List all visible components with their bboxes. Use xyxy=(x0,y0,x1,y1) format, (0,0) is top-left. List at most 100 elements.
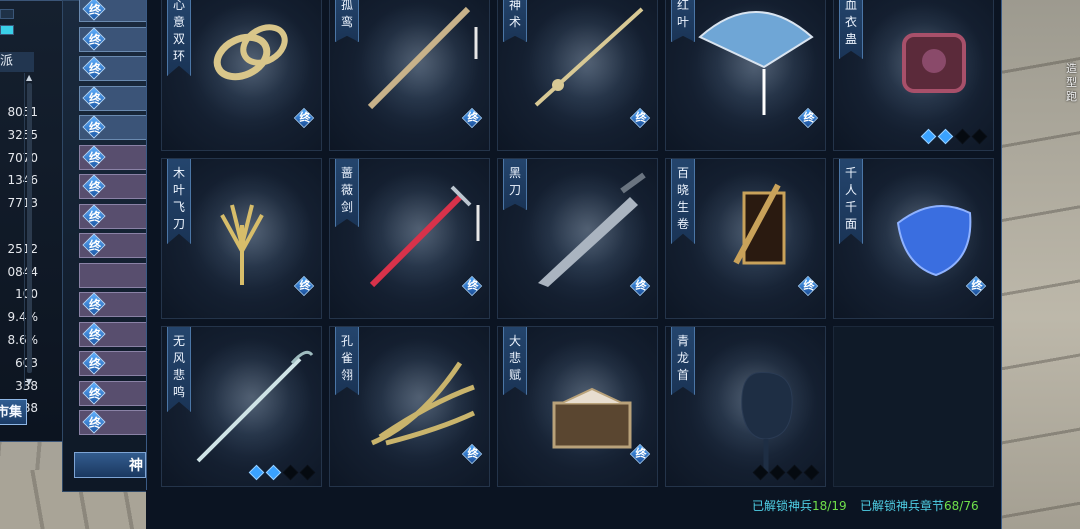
weapon-name-char: 人 xyxy=(844,183,857,197)
weapon-tab[interactable]: 终 xyxy=(79,174,149,199)
weapon-name-char: 千 xyxy=(844,200,857,214)
rating-diamond-icon xyxy=(937,128,954,145)
tab-label: 终 xyxy=(88,121,101,135)
character-stats-panel: 派 80513255707013467713251208441009.4%8.6… xyxy=(0,0,63,442)
weapon-name-char: 双 xyxy=(172,32,185,46)
final-stage-badge: 终 xyxy=(293,107,316,130)
tab-label: 终 xyxy=(88,91,101,106)
weapon-name-char: 翎 xyxy=(340,368,353,382)
weapon-name-char: 神 xyxy=(508,0,521,12)
weapon-card[interactable]: 青龙首 xyxy=(665,326,826,487)
final-stage-badge: 终 xyxy=(461,443,484,466)
weapon-name-char: 鸣 xyxy=(172,385,185,399)
market-button[interactable]: 市集 xyxy=(0,399,27,425)
tab-label: 终 xyxy=(88,150,101,165)
weapon-name-char: 术 xyxy=(508,15,521,29)
badge-label: 终 xyxy=(299,279,311,292)
weapon-name-ribbon: 孔雀翎 xyxy=(335,327,359,395)
weapon-name-char: 叶 xyxy=(172,183,185,197)
star-rating xyxy=(920,128,988,145)
weapon-name-char: 生 xyxy=(676,200,689,214)
weapon-name-ribbon: 青龙首 xyxy=(671,327,695,395)
weapon-tab[interactable]: 终 xyxy=(79,85,149,111)
weapon-name-char: 蛊 xyxy=(844,32,857,46)
badge-label: 终 xyxy=(803,111,815,124)
unlocked-chapters-counter: 已解锁神兵章节68/76 xyxy=(860,497,979,514)
weapon-name-ribbon: 百晓生卷 xyxy=(671,159,695,244)
weapon-name-char: 环 xyxy=(172,49,185,63)
scroll-down-icon[interactable]: ▼ xyxy=(26,377,32,386)
tab-label: 终 xyxy=(88,357,101,371)
rating-diamond-icon xyxy=(248,464,265,481)
sect-label: 派 xyxy=(0,52,34,72)
weapon-name-ribbon: 蔷薇剑 xyxy=(335,159,359,227)
weapon-name-ribbon: 黑刀 xyxy=(503,159,527,210)
final-stage-badge: 终 xyxy=(965,275,988,298)
weapon-tab[interactable]: 终 xyxy=(79,380,149,406)
rating-diamond-icon xyxy=(769,464,786,481)
rating-diamond-icon xyxy=(954,128,971,145)
weapon-name-ribbon: 无风悲鸣 xyxy=(167,327,191,412)
star-rating xyxy=(248,464,316,481)
stat-bar-filled xyxy=(0,25,14,35)
badge-label: 终 xyxy=(299,111,311,124)
weapon-name-char: 刀 xyxy=(172,217,185,231)
weapon-card[interactable]: 孤鸾终 xyxy=(329,0,490,151)
weapon-collection-panel: 心意双环终孤鸾终神术终红叶终血衣蛊木叶飞刀终蔷薇剑终黑刀终百晓生卷终千人千面终无… xyxy=(146,0,1002,529)
weapon-tab[interactable]: 终 xyxy=(79,233,149,258)
weapon-name-ribbon: 血衣蛊 xyxy=(839,0,863,59)
scroll-thumb[interactable] xyxy=(27,83,32,373)
collection-footer: 已解锁神兵18/19 已解锁神兵章节68/76 xyxy=(146,490,1000,529)
weapon-tab[interactable]: 终 xyxy=(79,115,149,140)
weapon-tab[interactable]: 终 xyxy=(79,203,149,229)
weapon-card[interactable]: 心意双环终 xyxy=(161,0,322,151)
locked-silhouette-icon xyxy=(741,372,793,473)
tab-label: 终 xyxy=(88,416,101,430)
weapon-tab[interactable]: 终 xyxy=(79,56,149,81)
weapon-card[interactable]: 无风悲鸣 xyxy=(161,326,322,487)
unlocked-chapters-label: 已解锁神兵章节 xyxy=(860,499,945,513)
weapon-tab[interactable] xyxy=(79,262,149,288)
rating-diamond-icon xyxy=(971,128,988,145)
weapon-card[interactable]: 千人千面终 xyxy=(833,158,994,319)
tab-label: 终 xyxy=(88,327,101,342)
rating-diamond-icon xyxy=(786,464,803,481)
weapon-name-char: 刀 xyxy=(508,183,521,197)
weapon-card[interactable]: 血衣蛊 xyxy=(833,0,994,151)
weapon-tab[interactable]: 终 xyxy=(79,144,149,170)
gu-box-icon xyxy=(902,33,966,93)
rating-diamond-icon xyxy=(299,464,316,481)
stats-scrollbar[interactable]: ▲ ▼ xyxy=(24,73,34,389)
shenbing-button[interactable]: 神 xyxy=(74,452,146,478)
weapon-tab[interactable]: 终 xyxy=(79,26,149,52)
weapon-card[interactable]: 红叶终 xyxy=(665,0,826,151)
weapon-card[interactable]: 蔷薇剑终 xyxy=(329,158,490,319)
weapon-tab[interactable]: 终 xyxy=(79,351,149,376)
weapon-tab[interactable]: 终 xyxy=(79,321,149,347)
scene-text: 造型跑 xyxy=(1066,62,1077,103)
scroll-up-icon[interactable]: ▲ xyxy=(26,73,32,82)
weapon-name-char: 面 xyxy=(844,217,857,231)
weapon-card[interactable]: 百晓生卷终 xyxy=(665,158,826,319)
final-stage-badge: 终 xyxy=(629,443,652,466)
weapon-name-char: 红 xyxy=(676,0,689,12)
weapon-name-char: 蔷 xyxy=(340,166,353,180)
weapon-name-char: 无 xyxy=(172,334,185,348)
weapon-card[interactable]: 神术终 xyxy=(497,0,658,151)
final-stage-badge: 终 xyxy=(629,275,652,298)
tab-label: 终 xyxy=(88,298,101,312)
rating-diamond-icon xyxy=(803,464,820,481)
weapon-name-char: 雀 xyxy=(340,351,353,365)
weapon-name-char: 赋 xyxy=(508,368,521,382)
weapon-card[interactable]: 黑刀终 xyxy=(497,158,658,319)
badge-label: 终 xyxy=(971,279,983,292)
weapon-tab[interactable]: 终 xyxy=(79,292,149,317)
weapon-card[interactable]: 木叶飞刀终 xyxy=(161,158,322,319)
weapon-card[interactable]: 孔雀翎终 xyxy=(329,326,490,487)
weapon-card[interactable]: 大悲赋终 xyxy=(497,326,658,487)
weapon-tab[interactable]: 终 xyxy=(79,0,149,22)
tab-label: 终 xyxy=(88,62,101,76)
weapon-tab[interactable]: 终 xyxy=(79,410,149,435)
weapon-name-char: 悲 xyxy=(172,368,185,382)
weapon-name-char: 孤 xyxy=(340,0,353,12)
